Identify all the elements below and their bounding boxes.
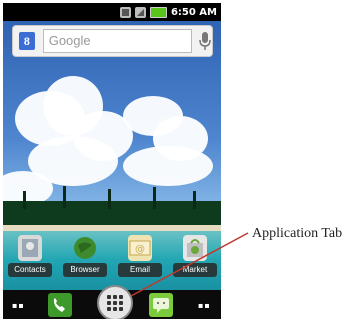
callout-leader-line (130, 232, 249, 297)
application-tab-annotation: Application Tab (252, 226, 343, 241)
